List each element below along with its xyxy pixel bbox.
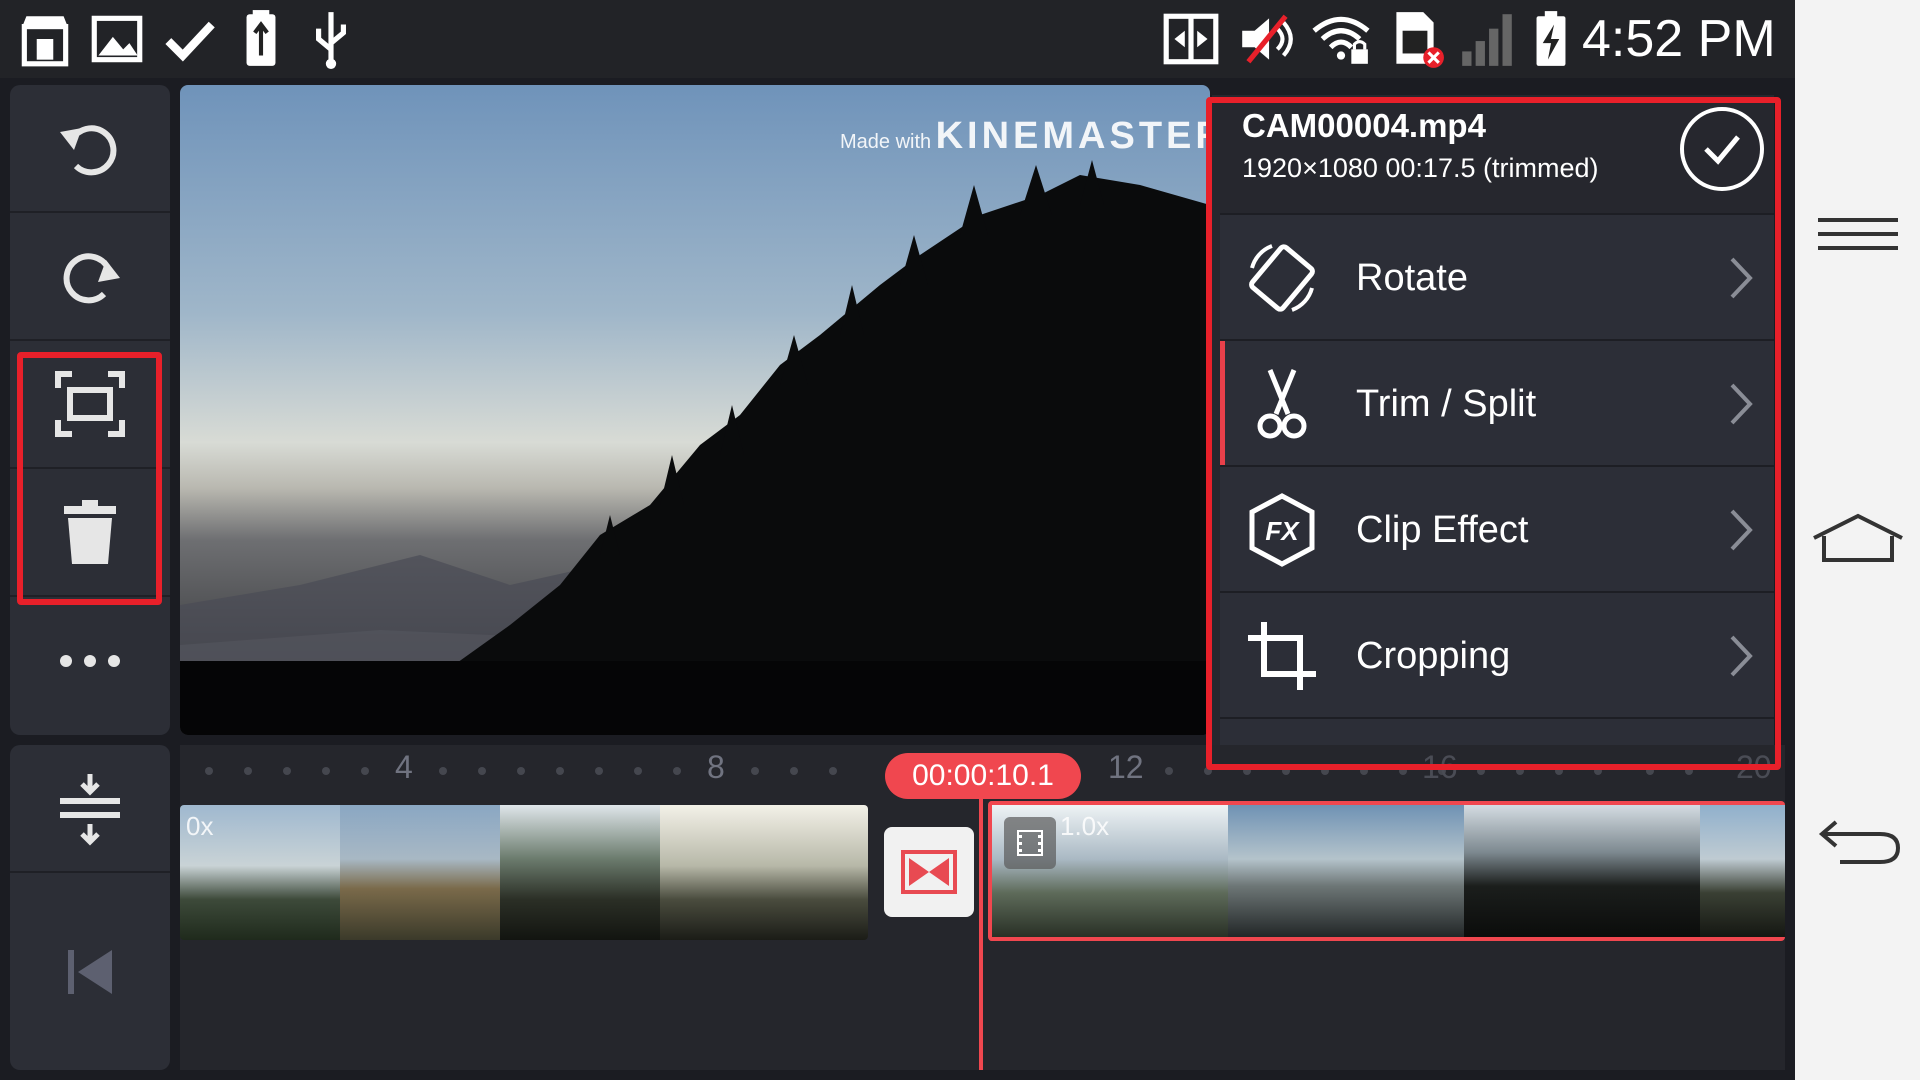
left-toolbar-bottom (10, 745, 170, 1070)
gallery-icon (86, 8, 148, 70)
signal-icon (1456, 8, 1518, 70)
undo-icon (60, 125, 117, 176)
timeline-expand-button[interactable] (10, 745, 170, 873)
battery-charging-icon (1520, 8, 1582, 70)
wifi-lock-icon (1310, 8, 1372, 70)
timeline[interactable]: 4 8 12 16 20 00:00:10.1 0x 1.0x (180, 745, 1785, 1070)
screen-mirror-icon (1160, 8, 1222, 70)
usb-storage-icon (230, 8, 292, 70)
clip-thumbnail (1228, 805, 1464, 937)
usb-icon (300, 8, 362, 70)
mute-icon (1236, 8, 1298, 70)
ruler-label: 12 (1108, 749, 1144, 785)
ruler-label: 4 (395, 749, 413, 785)
timeline-clip-1[interactable]: 0x (180, 805, 868, 940)
playhead-timecode: 00:00:10.1 (885, 753, 1081, 799)
clip-thumbnail (1700, 805, 1785, 937)
transition-button[interactable] (884, 827, 974, 917)
clip-thumbnail (340, 805, 500, 940)
clip-thumbnail (660, 805, 868, 940)
store-icon (14, 8, 76, 70)
highlight-box-panel (1206, 97, 1781, 770)
timeline-clip-2-selected[interactable]: 1.0x (988, 801, 1785, 941)
system-nav-bar (1795, 0, 1920, 1080)
check-icon (158, 8, 220, 70)
skip-to-start-button[interactable] (10, 873, 170, 1070)
kinemaster-editor-screen: 4:52 PM Made with KINEMASTER CAM00004.mp… (0, 0, 1920, 1080)
kinemaster-watermark: Made with KINEMASTER (840, 115, 1210, 158)
video-preview[interactable]: Made with KINEMASTER (180, 85, 1210, 735)
highlight-box-left (17, 352, 162, 605)
skip-to-start-icon (68, 949, 112, 994)
more-button[interactable] (10, 597, 170, 725)
watermark-made-with: Made with (840, 131, 932, 153)
preview-landscape (180, 160, 1210, 735)
clip-speed-label: 1.0x (1060, 811, 1110, 841)
film-icon (1004, 817, 1056, 869)
home-icon[interactable] (1810, 500, 1906, 580)
status-bar: 4:52 PM (0, 0, 1795, 78)
clip-thumbnail (500, 805, 660, 940)
status-clock: 4:52 PM (1582, 10, 1776, 68)
watermark-brand: KINEMASTER (935, 115, 1210, 157)
redo-icon (63, 253, 120, 304)
menu-icon[interactable] (1810, 196, 1906, 276)
ruler-label: 8 (707, 749, 725, 785)
sim-error-icon (1384, 8, 1446, 70)
back-icon[interactable] (1810, 804, 1906, 884)
redo-button[interactable] (10, 213, 170, 341)
more-icon (60, 655, 120, 667)
transition-icon (901, 850, 957, 894)
clip-speed-label: 0x (186, 811, 214, 841)
undo-button[interactable] (10, 85, 170, 213)
timeline-expand-icon (60, 774, 120, 846)
playhead-line[interactable] (979, 795, 983, 1070)
clip-thumbnail (1464, 805, 1700, 937)
